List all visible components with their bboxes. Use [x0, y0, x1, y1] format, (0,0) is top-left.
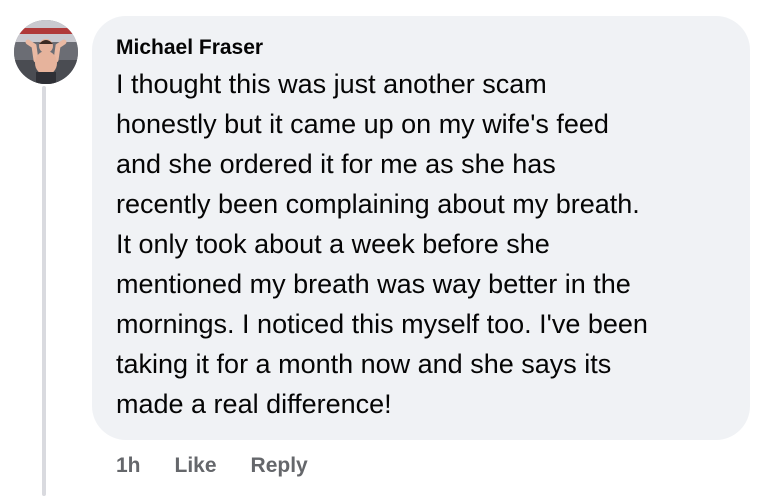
comment-text-line: mornings. I noticed this myself too. I'v…: [116, 309, 648, 339]
comment-text-line: made a real difference!: [116, 389, 392, 419]
comment-text-line: and she ordered it for me as she has: [116, 149, 556, 179]
comment-text-line: taking it for a month now and she says i…: [116, 349, 612, 379]
comment-timestamp[interactable]: 1h: [116, 454, 141, 478]
comment-text-line: mentioned my breath was way better in th…: [116, 269, 631, 299]
like-button[interactable]: Like: [175, 454, 217, 478]
avatar[interactable]: [14, 20, 78, 84]
reply-button[interactable]: Reply: [251, 454, 308, 478]
reply-thread-line: [42, 86, 46, 496]
comment-author-name[interactable]: Michael Fraser: [116, 34, 732, 62]
comment-bubble: Michael Fraser I thought this was just a…: [92, 16, 750, 440]
comment-text: I thought this was just another scam hon…: [116, 64, 732, 424]
comment-actions: 1h Like Reply: [116, 451, 308, 481]
comment-text-line: I thought this was just another scam: [116, 69, 547, 99]
comment-text-line: It only took about a week before she: [116, 229, 550, 259]
comment-text-line: honestly but it came up on my wife's fee…: [116, 109, 609, 139]
comment-text-line: recently been complaining about my breat…: [116, 189, 640, 219]
avatar-photo-icon: [14, 20, 78, 84]
